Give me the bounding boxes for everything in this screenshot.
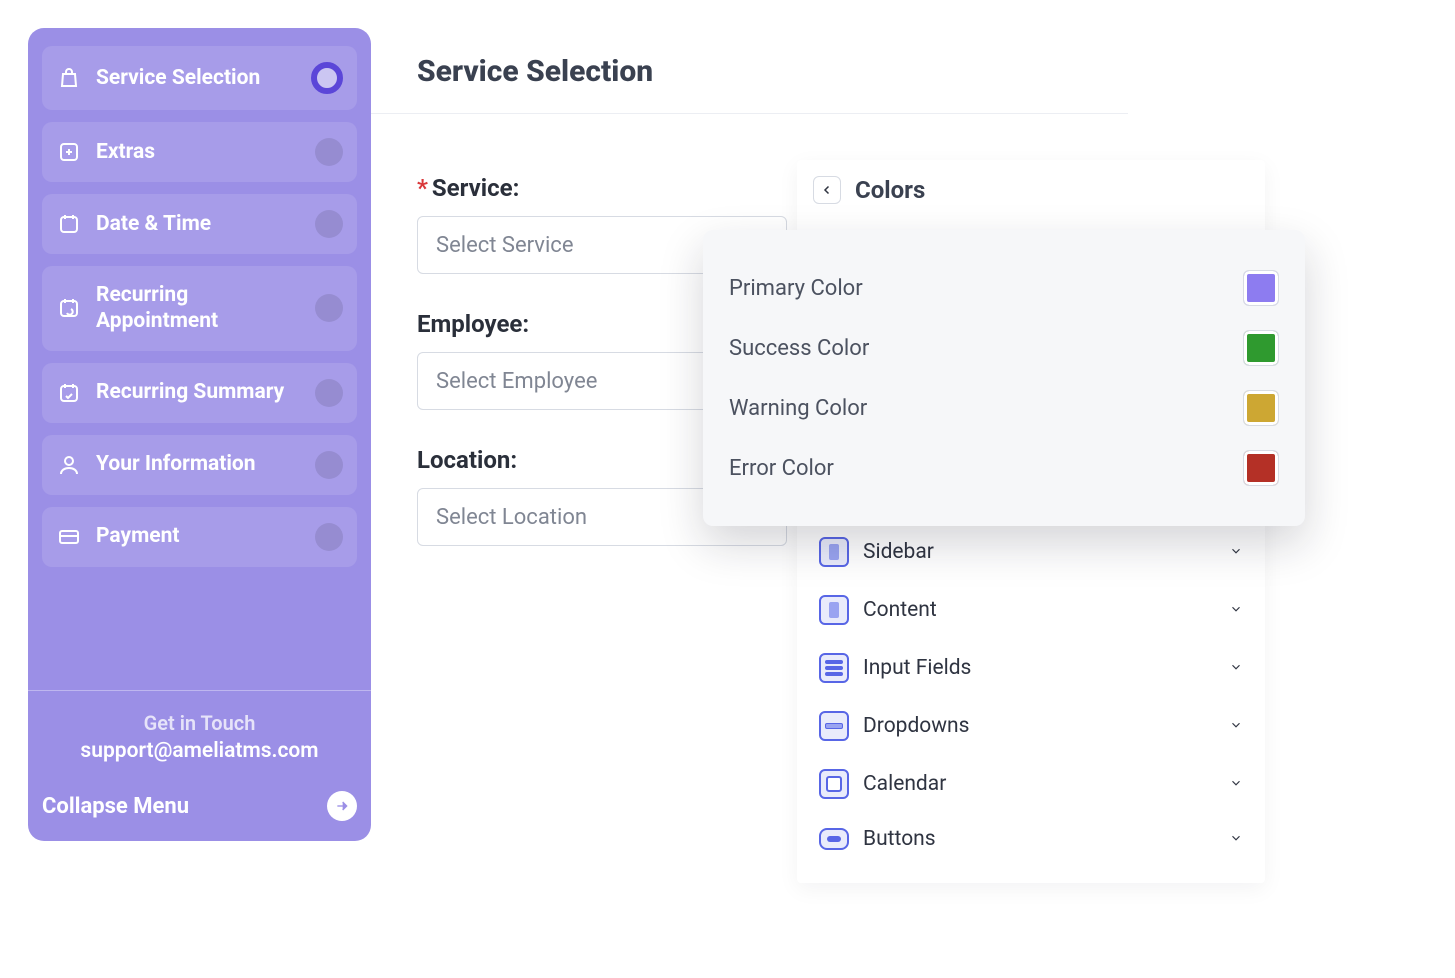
chevron-down-icon	[1229, 601, 1243, 620]
recurring-icon	[56, 295, 82, 321]
sidebar-item-recurring-appointment[interactable]: Recurring Appointment	[42, 266, 357, 351]
section-icon	[819, 769, 849, 799]
arrow-right-circle-icon	[327, 791, 357, 821]
page-title: Service Selection	[417, 54, 1082, 89]
color-swatch-row[interactable]: Warning Color	[729, 378, 1279, 438]
section-icon	[819, 595, 849, 625]
section-label: Dropdowns	[863, 714, 1215, 738]
section-label: Content	[863, 598, 1215, 622]
step-indicator-icon	[315, 138, 343, 166]
location-placeholder: Select Location	[436, 505, 587, 530]
colors-panel-header: Colors	[797, 160, 1265, 218]
sidebar-item-label: Service Selection	[96, 65, 297, 91]
plus-square-icon	[56, 139, 82, 165]
step-indicator-icon	[311, 62, 343, 94]
color-swatch[interactable]	[1243, 270, 1279, 306]
colors-section-input-fields[interactable]: Input Fields	[815, 639, 1247, 697]
calendar-icon	[56, 211, 82, 237]
chevron-down-icon	[1229, 717, 1243, 736]
sidebar-item-your-information[interactable]: Your Information	[42, 435, 357, 495]
sidebar: Service Selection Extras Date & Time	[28, 28, 371, 841]
chevron-down-icon	[1229, 775, 1243, 794]
sidebar-item-extras[interactable]: Extras	[42, 122, 357, 182]
back-button[interactable]	[813, 176, 841, 204]
colors-section-dropdowns[interactable]: Dropdowns	[815, 697, 1247, 755]
color-swatch-row[interactable]: Success Color	[729, 318, 1279, 378]
section-label: Input Fields	[863, 656, 1215, 680]
user-icon	[56, 452, 82, 478]
sidebar-contact: Get in Touch support@ameliatms.com	[42, 703, 357, 781]
colors-section-buttons[interactable]: Buttons	[815, 813, 1247, 865]
sidebar-item-label: Recurring Summary	[96, 379, 301, 405]
chevron-down-icon	[1229, 543, 1243, 562]
section-label: Buttons	[863, 827, 1215, 851]
chevron-left-icon	[821, 181, 833, 200]
sidebar-item-date-time[interactable]: Date & Time	[42, 194, 357, 254]
collapse-menu-button[interactable]: Collapse Menu	[42, 781, 357, 827]
section-icon	[819, 653, 849, 683]
recurring-check-icon	[56, 380, 82, 406]
contact-email[interactable]: support@ameliatms.com	[42, 739, 357, 763]
employee-placeholder: Select Employee	[436, 369, 597, 394]
card-icon	[56, 524, 82, 550]
service-placeholder: Select Service	[436, 233, 573, 258]
sidebar-item-service-selection[interactable]: Service Selection	[42, 46, 357, 110]
colors-section-sidebar[interactable]: Sidebar	[815, 523, 1247, 581]
colors-section-content[interactable]: Content	[815, 581, 1247, 639]
sidebar-item-label: Extras	[96, 139, 301, 165]
section-label: Sidebar	[863, 540, 1215, 564]
color-swatch[interactable]	[1243, 390, 1279, 426]
step-indicator-icon	[315, 294, 343, 322]
step-indicator-icon	[315, 379, 343, 407]
chevron-down-icon	[1229, 659, 1243, 678]
color-swatch-popover: Primary Color Success Color Warning Color E…	[703, 230, 1305, 526]
section-icon	[819, 711, 849, 741]
color-swatch-row[interactable]: Error Color	[729, 438, 1279, 498]
color-swatch[interactable]	[1243, 450, 1279, 486]
page-header: Service Selection	[371, 28, 1128, 114]
sidebar-item-label: Payment	[96, 523, 301, 549]
section-icon	[819, 537, 849, 567]
sidebar-item-list: Service Selection Extras Date & Time	[42, 46, 357, 670]
collapse-menu-label: Collapse Menu	[42, 794, 189, 819]
swatch-label: Success Color	[729, 336, 869, 361]
colors-panel-title: Colors	[855, 176, 925, 204]
colors-section-calendar[interactable]: Calendar	[815, 755, 1247, 813]
required-asterisk: *	[417, 174, 428, 202]
sidebar-item-payment[interactable]: Payment	[42, 507, 357, 567]
swatch-label: Primary Color	[729, 276, 863, 301]
section-icon	[819, 828, 849, 850]
color-swatch[interactable]	[1243, 330, 1279, 366]
sidebar-item-label: Date & Time	[96, 211, 301, 237]
colors-section-list: Sidebar Content Input Fields Dropdowns Calen…	[797, 513, 1265, 873]
service-label-text: Service:	[432, 174, 519, 202]
bag-icon	[56, 65, 82, 91]
step-indicator-icon	[315, 451, 343, 479]
step-indicator-icon	[315, 523, 343, 551]
sidebar-divider	[28, 690, 371, 691]
chevron-down-icon	[1229, 830, 1243, 849]
sidebar-item-label: Recurring Appointment	[96, 282, 301, 335]
color-swatch-row[interactable]: Primary Color	[729, 258, 1279, 318]
contact-heading: Get in Touch	[42, 711, 357, 735]
swatch-label: Error Color	[729, 456, 834, 481]
step-indicator-icon	[315, 210, 343, 238]
section-label: Calendar	[863, 772, 1215, 796]
sidebar-item-recurring-summary[interactable]: Recurring Summary	[42, 363, 357, 423]
swatch-label: Warning Color	[729, 396, 867, 421]
sidebar-item-label: Your Information	[96, 451, 301, 477]
